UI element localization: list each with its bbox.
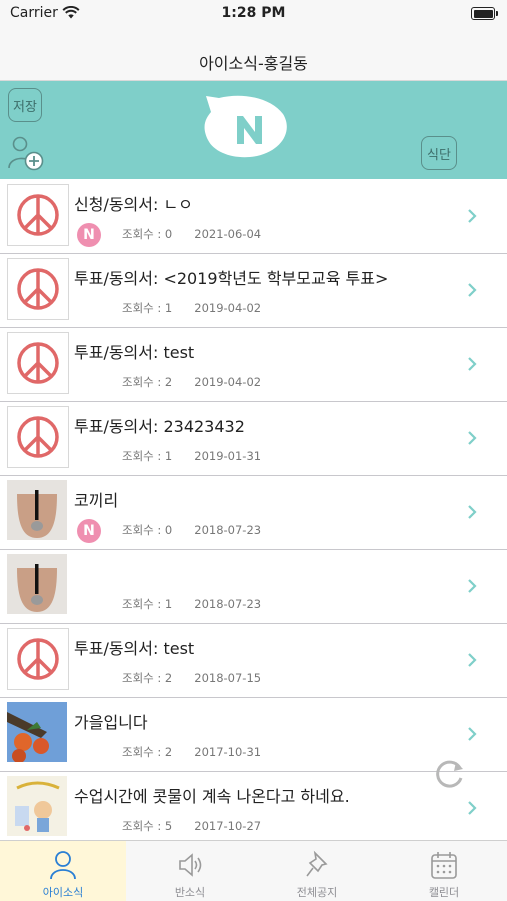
speaker-icon xyxy=(179,853,202,877)
chevron-right-icon xyxy=(468,653,477,667)
pin-icon xyxy=(306,850,328,877)
item-title: 가을입니다 xyxy=(74,713,148,732)
news-list: 신청/동의서: ㄴㅇ N 조회수 : 0 2021-06-04 투표/동의서: <… xyxy=(0,180,507,840)
item-meta: 조회수 : 1 2019-01-31 xyxy=(122,448,261,464)
item-title: 신청/동의서: ㄴㅇ xyxy=(74,195,193,214)
item-meta: 조회수 : 1 2019-04-02 xyxy=(122,300,261,316)
thumbnail-peace-icon xyxy=(7,332,69,394)
list-item[interactable]: 조회수 : 1 2018-07-23 xyxy=(0,550,507,624)
thumbnail-photo xyxy=(7,554,67,614)
item-meta: 조회수 : 5 2017-10-27 xyxy=(122,818,261,834)
item-title: 투표/동의서: <2019학년도 학부모교육 투표> xyxy=(74,269,389,288)
tab-class-news[interactable]: 반소식 xyxy=(127,841,253,901)
save-button[interactable]: 저장 xyxy=(8,88,42,122)
list-item[interactable]: 투표/동의서: test 조회수 : 2 2019-04-02 xyxy=(0,328,507,402)
tab-label: 전체공지 xyxy=(296,886,338,899)
view-count: 조회수 : 1 xyxy=(122,449,173,463)
tab-label: 아이소식 xyxy=(42,886,84,899)
tab-label: 반소식 xyxy=(174,886,206,899)
view-count: 조회수 : 1 xyxy=(122,597,173,611)
tab-all-notices[interactable]: 전체공지 xyxy=(254,841,380,901)
item-date: 2019-04-02 xyxy=(194,375,262,389)
calendar-icon xyxy=(431,852,457,879)
chevron-right-icon xyxy=(468,283,477,297)
item-title: 투표/동의서: test xyxy=(74,639,195,658)
tab-label: 캘린더 xyxy=(428,886,460,899)
list-item[interactable]: 투표/동의서: <2019학년도 학부모교육 투표> 조회수 : 1 2019-0… xyxy=(0,254,507,328)
list-item[interactable]: 코끼리 N 조회수 : 0 2018-07-23 xyxy=(0,476,507,550)
clock: 1:28 PM xyxy=(221,5,286,21)
item-date: 2017-10-31 xyxy=(194,745,262,759)
item-date: 2019-01-31 xyxy=(194,449,262,463)
item-date: 2018-07-23 xyxy=(194,523,262,537)
item-title: 투표/동의서: test xyxy=(74,343,195,362)
item-meta: 조회수 : 0 2021-06-04 xyxy=(122,226,261,242)
chevron-right-icon xyxy=(468,209,477,223)
item-title: 수업시간에 콧물이 계속 나온다고 하네요. xyxy=(74,787,350,806)
add-user-icon[interactable] xyxy=(7,134,45,172)
navigation-bar: 아이소식-홍길동 xyxy=(0,28,507,81)
battery-icon xyxy=(471,7,498,20)
item-date: 2018-07-23 xyxy=(194,597,262,611)
view-count: 조회수 : 5 xyxy=(122,819,173,833)
tab-child-news[interactable]: 아이소식 xyxy=(0,841,126,901)
thumbnail-peace-icon xyxy=(7,628,69,690)
list-item[interactable]: 신청/동의서: ㄴㅇ N 조회수 : 0 2021-06-04 xyxy=(0,180,507,254)
new-badge: N xyxy=(77,223,101,247)
chevron-right-icon xyxy=(468,505,477,519)
thumbnail-photo xyxy=(7,480,67,540)
chevron-right-icon xyxy=(468,579,477,593)
item-meta: 조회수 : 2 2019-04-02 xyxy=(122,374,261,390)
new-badge: N xyxy=(77,519,101,543)
item-meta: 조회수 : 1 2018-07-23 xyxy=(122,596,261,612)
page-title: 아이소식-홍길동 xyxy=(199,54,308,73)
view-count: 조회수 : 0 xyxy=(122,227,173,241)
list-item[interactable]: 투표/동의서: test 조회수 : 2 2018-07-15 xyxy=(0,624,507,698)
chevron-right-icon xyxy=(468,431,477,445)
tab-calendar[interactable]: 캘린더 xyxy=(381,841,507,901)
view-count: 조회수 : 2 xyxy=(122,671,173,685)
item-title: 투표/동의서: 23423432 xyxy=(74,417,245,436)
item-date: 2018-07-15 xyxy=(194,671,262,685)
chevron-right-icon xyxy=(468,727,477,741)
item-meta: 조회수 : 0 2018-07-23 xyxy=(122,522,261,538)
person-icon xyxy=(50,851,76,880)
view-count: 조회수 : 0 xyxy=(122,523,173,537)
header-banner: 저장 식단 xyxy=(0,81,507,179)
thumbnail-peace-icon xyxy=(7,258,69,320)
app-logo-icon xyxy=(204,95,287,158)
tab-bar: 아이소식 반소식 전체공지 캘린더 xyxy=(0,840,507,901)
chevron-right-icon xyxy=(468,357,477,371)
thumbnail-peace-icon xyxy=(7,406,69,468)
thumbnail-drawing xyxy=(7,776,67,836)
item-meta: 조회수 : 2 2017-10-31 xyxy=(122,744,261,760)
view-count: 조회수 : 2 xyxy=(122,745,173,759)
thumbnail-photo xyxy=(7,702,67,762)
item-date: 2017-10-27 xyxy=(194,819,262,833)
status-bar: Carrier 1:28 PM xyxy=(0,0,507,28)
meal-menu-button[interactable]: 식단 xyxy=(421,136,457,170)
chevron-right-icon xyxy=(468,801,477,815)
view-count: 조회수 : 2 xyxy=(122,375,173,389)
view-count: 조회수 : 1 xyxy=(122,301,173,315)
item-meta: 조회수 : 2 2018-07-15 xyxy=(122,670,261,686)
item-date: 2019-04-02 xyxy=(194,301,262,315)
thumbnail-peace-icon xyxy=(7,184,69,246)
item-title: 코끼리 xyxy=(74,491,119,510)
list-item[interactable]: 투표/동의서: 23423432 조회수 : 1 2019-01-31 xyxy=(0,402,507,476)
refresh-icon[interactable] xyxy=(430,756,468,792)
item-date: 2021-06-04 xyxy=(194,227,262,241)
